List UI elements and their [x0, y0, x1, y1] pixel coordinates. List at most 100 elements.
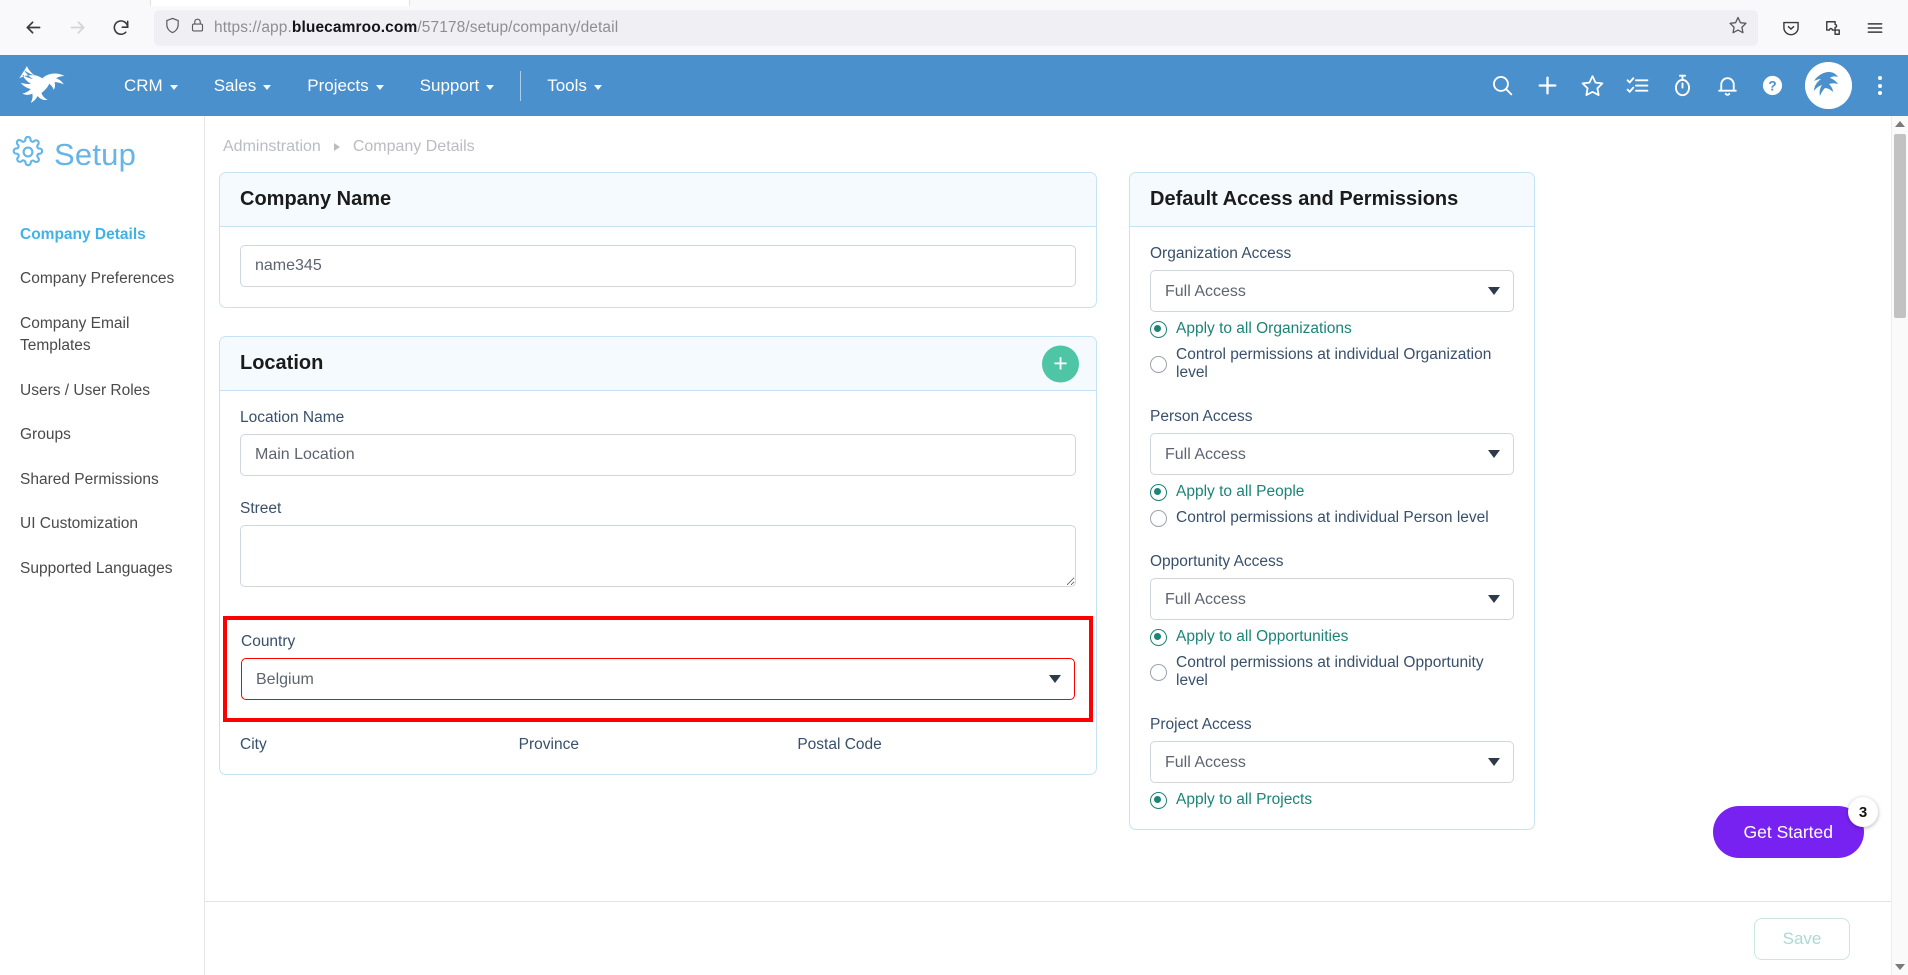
street-textarea[interactable] — [240, 525, 1076, 587]
pocket-button[interactable] — [1772, 9, 1810, 47]
timer-stopwatch-icon[interactable] — [1670, 73, 1695, 98]
province-field: Province — [519, 736, 798, 754]
organization-apply-all-radio-row[interactable]: Apply to all Organizations — [1150, 320, 1514, 338]
nav-item-sales[interactable]: Sales — [196, 68, 290, 104]
sidebar-item-supported-languages[interactable]: Supported Languages — [0, 547, 204, 591]
person-individual-radio-row[interactable]: Control permissions at individual Person… — [1150, 509, 1514, 527]
add-icon[interactable] — [1535, 73, 1560, 98]
sidebar-item-groups[interactable]: Groups — [0, 413, 204, 457]
permissions-card: Default Access and Permissions Organizat… — [1129, 172, 1535, 830]
save-button[interactable]: Save — [1754, 917, 1850, 960]
nav-label: Tools — [547, 75, 587, 95]
chevron-down-icon — [169, 84, 178, 90]
opportunity-access-select-wrapper: Full Access — [1150, 578, 1514, 620]
back-button[interactable] — [14, 9, 52, 47]
organization-individual-radio-row[interactable]: Control permissions at individual Organi… — [1150, 346, 1514, 382]
permissions-card-body: Organization Access Full Access Apply to… — [1130, 227, 1534, 829]
radio-icon[interactable] — [1150, 663, 1167, 681]
company-name-input[interactable] — [240, 245, 1076, 287]
organization-individual-label: Control permissions at individual Organi… — [1176, 346, 1492, 381]
province-label: Province — [518, 736, 579, 753]
forward-button[interactable] — [58, 9, 96, 47]
permissions-card-title: Default Access and Permissions — [1150, 188, 1459, 210]
search-icon[interactable] — [1490, 73, 1515, 98]
sidebar-item-ui-customization[interactable]: UI Customization — [0, 502, 204, 546]
favorites-star-icon[interactable] — [1580, 73, 1605, 98]
user-avatar[interactable] — [1805, 62, 1852, 109]
person-individual-label: Control permissions at individual Person… — [1176, 509, 1489, 526]
project-access-label: Project Access — [1150, 716, 1252, 733]
bookmark-star-icon[interactable] — [1728, 15, 1748, 40]
nav-label: CRM — [124, 75, 163, 95]
nav-item-tools[interactable]: Tools — [529, 68, 620, 104]
organization-access-group: Organization Access Full Access Apply to… — [1150, 245, 1514, 382]
nav-item-support[interactable]: Support — [402, 68, 513, 104]
sidebar-item-users-user-roles[interactable]: Users / User Roles — [0, 369, 204, 413]
opportunity-apply-all-radio-row[interactable]: Apply to all Opportunities — [1150, 628, 1514, 646]
breadcrumb-caret-icon — [333, 143, 340, 151]
notifications-bell-icon[interactable] — [1715, 73, 1740, 98]
scroll-up-arrow-icon[interactable] — [1895, 121, 1905, 127]
organization-access-select[interactable]: Full Access — [1150, 270, 1514, 312]
address-bar[interactable]: https://app.bluecamroo.com/57178/setup/c… — [154, 9, 1758, 46]
add-location-button[interactable]: + — [1042, 345, 1079, 382]
bluecamroo-kangaroo-logo[interactable] — [14, 63, 92, 109]
nav-item-crm[interactable]: CRM — [106, 68, 196, 104]
breadcrumb-company-details[interactable]: Company Details — [353, 138, 475, 156]
country-select[interactable]: Belgium — [241, 658, 1075, 700]
pocket-icon — [1781, 18, 1801, 38]
city-label: City — [240, 736, 267, 753]
tasks-checklist-icon[interactable] — [1625, 73, 1650, 98]
get-started-badge: 3 — [1848, 797, 1878, 827]
get-started-button[interactable]: Get Started — [1712, 806, 1864, 858]
radio-icon[interactable] — [1150, 355, 1167, 373]
sidebar-item-shared-permissions[interactable]: Shared Permissions — [0, 458, 204, 502]
shield-icon[interactable] — [164, 16, 181, 40]
project-apply-all-radio-row[interactable]: Apply to all Projects — [1150, 791, 1514, 809]
radio-icon[interactable] — [1150, 509, 1167, 527]
location-card-body: Location Name Street Country — [220, 391, 1096, 774]
reload-button[interactable] — [102, 9, 140, 47]
radio-icon[interactable] — [1150, 628, 1167, 646]
organization-access-label: Organization Access — [1150, 245, 1292, 262]
browser-menu-button[interactable] — [1856, 9, 1894, 47]
padlock-icon[interactable] — [190, 16, 205, 39]
browser-tab-stub[interactable] — [150, 0, 410, 6]
scrollbar-thumb[interactable] — [1894, 134, 1906, 318]
opportunity-access-select[interactable]: Full Access — [1150, 578, 1514, 620]
nav-item-projects[interactable]: Projects — [289, 68, 401, 104]
opportunity-individual-radio-row[interactable]: Control permissions at individual Opport… — [1150, 654, 1514, 690]
sidebar-item-company-email-templates[interactable]: Company Email Templates — [0, 302, 204, 369]
location-card-title: Location — [240, 352, 324, 374]
sidebar-item-company-details[interactable]: Company Details — [0, 213, 204, 257]
project-access-select-wrapper: Full Access — [1150, 741, 1514, 783]
form-footer: Save — [205, 901, 1908, 975]
app-toolbar-right: ? — [1490, 62, 1894, 109]
person-apply-all-radio-row[interactable]: Apply to all People — [1150, 483, 1514, 501]
radio-icon[interactable] — [1150, 320, 1167, 338]
more-options-icon[interactable] — [1872, 72, 1888, 99]
location-name-label: Location Name — [240, 409, 345, 426]
right-column: Default Access and Permissions Organizat… — [1129, 172, 1535, 858]
content-scrollbar[interactable] — [1891, 116, 1908, 975]
breadcrumb: Adminstration Company Details — [205, 116, 1908, 172]
help-question-icon[interactable]: ? — [1760, 73, 1785, 98]
person-access-label: Person Access — [1150, 408, 1253, 425]
location-name-input[interactable] — [240, 434, 1076, 476]
company-name-field — [240, 245, 1076, 287]
radio-icon[interactable] — [1150, 483, 1167, 501]
project-access-group: Project Access Full Access Apply to all … — [1150, 716, 1514, 809]
gear-icon — [12, 135, 44, 173]
breadcrumb-administration[interactable]: Adminstration — [223, 138, 321, 156]
scroll-down-arrow-icon[interactable] — [1895, 964, 1905, 970]
organization-access-select-wrapper: Full Access — [1150, 270, 1514, 312]
radio-icon[interactable] — [1150, 791, 1167, 809]
app-top-bar: CRM Sales Projects Support Tools ? — [0, 55, 1908, 116]
nav-divider — [520, 70, 522, 101]
sidebar-item-company-preferences[interactable]: Company Preferences — [0, 257, 204, 301]
company-name-card-body — [220, 227, 1096, 307]
extensions-button[interactable] — [1814, 9, 1852, 47]
opportunity-apply-all-label: Apply to all Opportunities — [1176, 628, 1349, 645]
person-access-select[interactable]: Full Access — [1150, 433, 1514, 475]
project-access-select[interactable]: Full Access — [1150, 741, 1514, 783]
